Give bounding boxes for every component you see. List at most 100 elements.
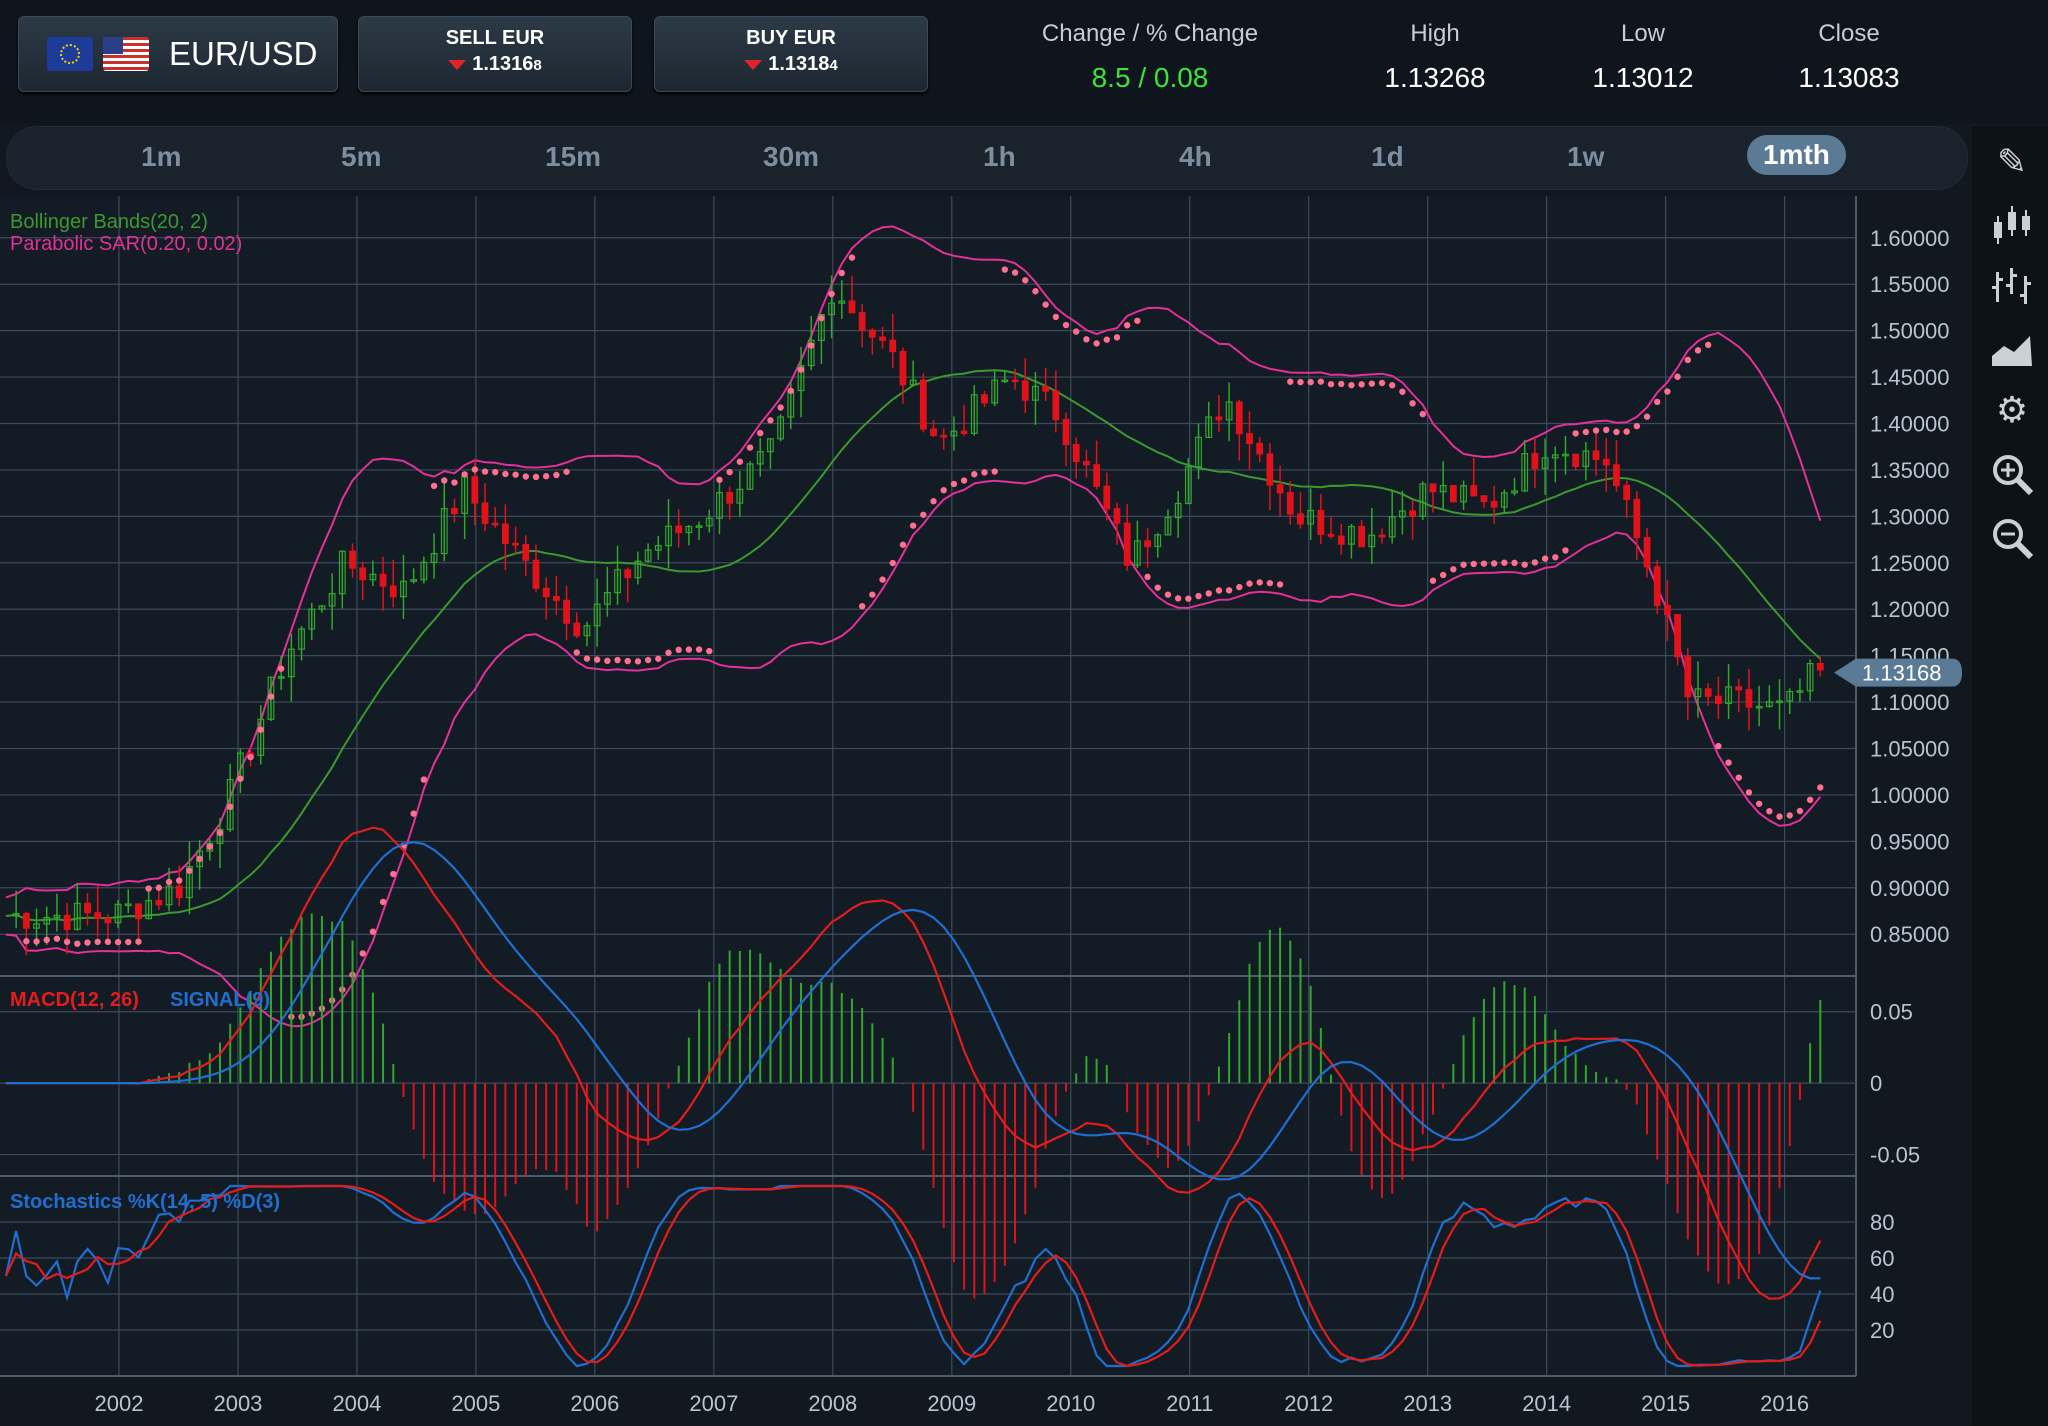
sar-dot xyxy=(1317,378,1325,385)
pencil-icon[interactable]: ✎ xyxy=(1990,140,2034,184)
sar-dot xyxy=(1297,378,1304,386)
bearish-candle xyxy=(532,559,540,589)
sar-dot xyxy=(1735,774,1742,781)
zoom-in-icon[interactable] xyxy=(1990,452,2034,496)
sar-dot xyxy=(267,693,275,700)
timeframe-1d[interactable]: 1d xyxy=(1371,141,1404,173)
x-tick-label: 2009 xyxy=(927,1391,976,1416)
sar-dot xyxy=(1654,398,1661,406)
sar-dot xyxy=(1562,547,1569,554)
sar-dot xyxy=(1195,592,1202,600)
x-tick-label: 2014 xyxy=(1522,1391,1571,1416)
change-label: Change / % Change xyxy=(1041,20,1259,47)
bearish-candle xyxy=(552,595,560,601)
bearish-candle xyxy=(1429,483,1437,493)
bearish-candle xyxy=(1643,536,1651,568)
zoom-out-icon[interactable] xyxy=(1990,516,2034,560)
timeframe-15m[interactable]: 15m xyxy=(545,141,601,173)
sar-dot xyxy=(186,867,193,874)
bearish-candle xyxy=(1572,453,1580,468)
bearish-candle xyxy=(879,336,886,341)
stoch-tick-label: 60 xyxy=(1870,1246,1894,1271)
sar-dot xyxy=(706,647,713,655)
sar-dot xyxy=(1664,388,1671,395)
buy-button[interactable]: BUY EUR 1.13184 xyxy=(654,16,928,92)
sar-dot xyxy=(726,468,733,476)
bearish-candle xyxy=(1072,443,1080,463)
y-tick-label: 1.25000 xyxy=(1870,551,1950,576)
timeframe-4h[interactable]: 4h xyxy=(1179,141,1212,173)
sar-dot xyxy=(818,314,825,322)
sar-dot xyxy=(848,254,856,261)
timeframe-5m[interactable]: 5m xyxy=(341,141,381,173)
bearish-candle xyxy=(940,434,948,438)
sar-dot xyxy=(889,559,896,567)
sar-dot xyxy=(1745,789,1753,796)
sar-dot xyxy=(522,473,529,480)
timeframe-30m[interactable]: 30m xyxy=(763,141,819,173)
price-chart[interactable]: 1.60000 1.55000 1.50000 1.45000 1.40000 1.350… xyxy=(0,196,1968,1426)
x-tick-label: 2013 xyxy=(1403,1391,1452,1416)
bearish-candle xyxy=(899,350,907,386)
sar-dot xyxy=(369,928,377,935)
sar-dot xyxy=(441,477,448,484)
sar-dot xyxy=(1409,400,1416,407)
sar-dot xyxy=(74,940,81,947)
sar-dot xyxy=(43,936,50,944)
stoch-tick-label: 20 xyxy=(1870,1318,1894,1343)
bearish-candle xyxy=(1623,484,1631,501)
bearish-candle xyxy=(512,542,520,546)
sar-dot xyxy=(1460,561,1467,568)
sar-dot xyxy=(930,498,937,505)
bearish-candle xyxy=(1409,510,1416,517)
sar-dot xyxy=(33,938,40,945)
bearish-candle xyxy=(84,902,91,914)
sar-dot xyxy=(471,466,479,473)
bearish-candle xyxy=(22,913,30,929)
sar-dot xyxy=(451,479,458,486)
bearish-candle xyxy=(848,300,856,314)
sar-dot xyxy=(1042,301,1049,308)
bearish-candle xyxy=(1378,534,1386,538)
bearish-candle xyxy=(502,523,509,545)
sar-dot xyxy=(1755,800,1763,807)
bearish-candle xyxy=(726,491,734,504)
timeframe-1m[interactable]: 1m xyxy=(141,141,181,173)
sar-dot xyxy=(675,646,682,654)
bearish-candle xyxy=(1735,686,1743,691)
sar-dot xyxy=(950,480,958,488)
bearish-candle xyxy=(1297,513,1304,525)
bearish-candle xyxy=(1062,418,1070,446)
area-chart-icon[interactable] xyxy=(1990,326,2034,370)
bearish-candle xyxy=(930,428,937,437)
macd-tick-label: 0 xyxy=(1870,1071,1882,1096)
sar-dot xyxy=(492,468,499,476)
sar-dot xyxy=(1246,580,1253,587)
sell-button[interactable]: SELL EUR 1.13168 xyxy=(358,16,632,92)
sar-dot xyxy=(23,938,30,945)
bearish-candle xyxy=(1021,380,1029,401)
settings-icon[interactable]: ⚙ xyxy=(1990,388,2034,432)
sar-dot xyxy=(1103,336,1110,343)
close-label: Close xyxy=(1818,20,1880,47)
current-price-label: 1.13168 xyxy=(1862,661,1942,686)
sar-dot xyxy=(1083,336,1090,343)
currency-pair-selector[interactable]: EUR/USD xyxy=(18,16,338,92)
bearish-candle xyxy=(919,379,927,430)
bar-chart-icon[interactable] xyxy=(1990,264,2034,308)
timeframe-1w[interactable]: 1w xyxy=(1567,141,1604,173)
sar-dot xyxy=(1389,382,1396,389)
sar-dot xyxy=(583,655,591,662)
low-label: Low xyxy=(1620,20,1666,47)
bearish-candle xyxy=(1123,522,1131,566)
candlestick-icon[interactable] xyxy=(1990,202,2034,246)
bearish-candle xyxy=(389,585,397,598)
sar-dot xyxy=(736,458,744,465)
timeframe-1mth[interactable]: 1mth xyxy=(1747,135,1846,175)
sar-dot xyxy=(644,656,652,664)
bearish-candle xyxy=(481,502,489,524)
bearish-candle xyxy=(1235,401,1243,435)
sar-dot xyxy=(176,877,183,884)
bearish-candle xyxy=(1103,485,1111,510)
timeframe-1h[interactable]: 1h xyxy=(983,141,1016,173)
